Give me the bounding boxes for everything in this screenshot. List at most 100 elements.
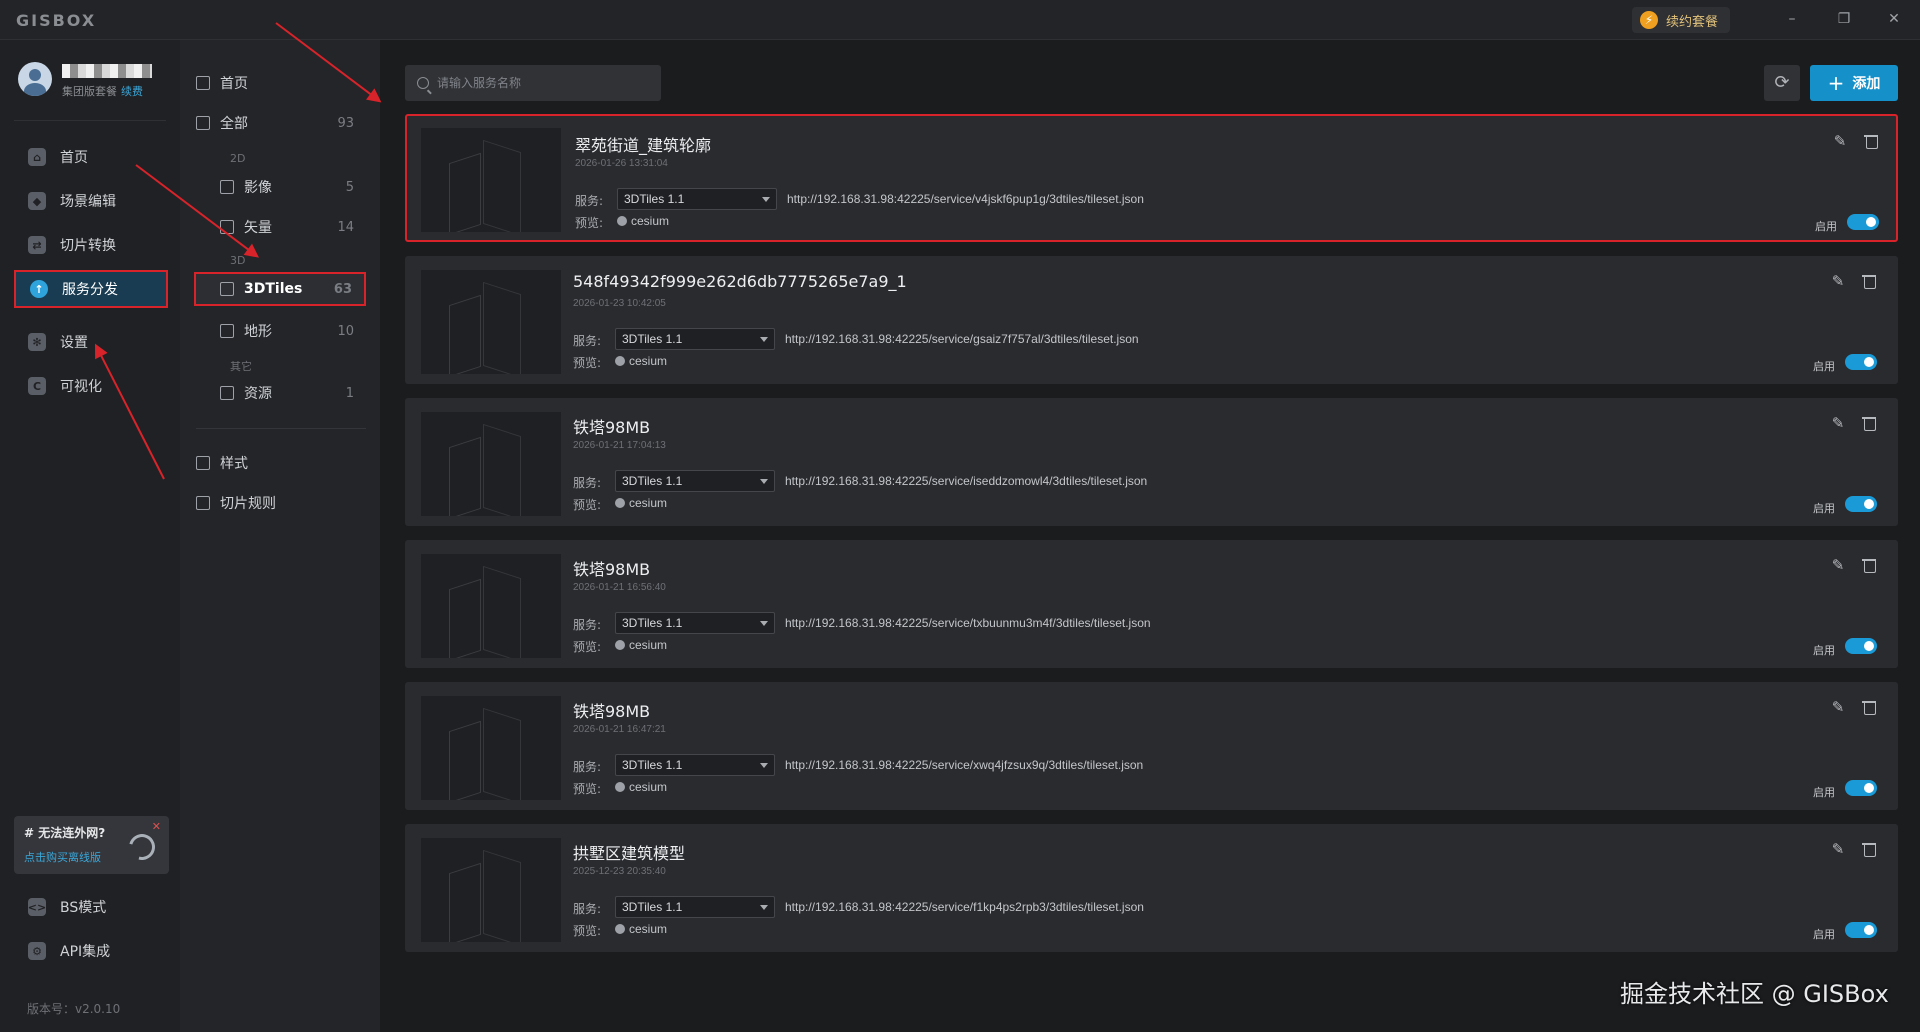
service-url[interactable]: http://192.168.31.98:42225/service/isedd… <box>785 474 1147 488</box>
category-resource[interactable]: 资源 1 <box>220 376 366 410</box>
preview-value: cesium <box>629 496 668 510</box>
service-url[interactable]: http://192.168.31.98:42225/service/xwq4j… <box>785 758 1143 772</box>
renew-plan-button[interactable]: ⚡ 续约套餐 <box>1632 7 1731 33</box>
chevron-down-icon <box>760 905 768 910</box>
edit-icon[interactable]: ✎ <box>1829 272 1847 290</box>
preview-label: 预览: <box>575 216 604 230</box>
service-type-select[interactable]: 3DTiles 1.1 <box>615 896 775 918</box>
enable-toggle[interactable] <box>1845 780 1877 796</box>
enable-toggle[interactable] <box>1845 354 1877 370</box>
nav-item-tile-conversion[interactable]: ⇄ 切片转换 <box>14 226 168 264</box>
service-type-value: 3DTiles 1.1 <box>622 332 683 346</box>
category-label: 切片规则 <box>220 496 276 512</box>
preview-link[interactable]: cesium <box>615 496 667 510</box>
category-panel: 首页 全部 93 2D 影像 5 矢量 14 3D 3DTiles 63 地形 … <box>180 40 380 1032</box>
service-url[interactable]: http://192.168.31.98:42225/service/v4jsk… <box>787 192 1144 206</box>
service-type-value: 3DTiles 1.1 <box>624 192 685 206</box>
delete-icon[interactable] <box>1861 272 1879 290</box>
nav-item-service-distribution[interactable]: ↑ 服务分发 <box>14 270 168 308</box>
delete-icon[interactable] <box>1861 698 1879 716</box>
minimize-button[interactable]: – <box>1778 8 1806 30</box>
preview-link[interactable]: cesium <box>615 354 667 368</box>
enable-toggle[interactable] <box>1845 922 1877 938</box>
gear-icon: ✻ <box>28 333 46 351</box>
category-slice-rules[interactable]: 切片规则 <box>196 486 366 520</box>
enable-toggle[interactable] <box>1845 638 1877 654</box>
edit-icon[interactable]: ✎ <box>1829 840 1847 858</box>
nav-item-bs-mode[interactable]: <> BS模式 <box>14 888 168 926</box>
service-type-select[interactable]: 3DTiles 1.1 <box>615 754 775 776</box>
chevron-down-icon <box>762 197 770 202</box>
category-count: 10 <box>337 323 354 339</box>
service-type-select[interactable]: 3DTiles 1.1 <box>615 328 775 350</box>
service-title: 铁塔98MB <box>573 418 651 437</box>
service-card[interactable]: 铁塔98MB 2026-01-21 16:47:21 服务: 3DTiles 1… <box>405 682 1898 810</box>
enable-toggle[interactable] <box>1845 496 1877 512</box>
service-type-value: 3DTiles 1.1 <box>622 758 683 772</box>
service-title: 铁塔98MB <box>573 560 651 579</box>
category-all[interactable]: 全部 93 <box>196 106 366 140</box>
cesium-icon <box>615 356 625 366</box>
nav-item-scene-editor[interactable]: ◆ 场景编辑 <box>14 182 168 220</box>
delete-icon[interactable] <box>1861 556 1879 574</box>
terrain-icon <box>220 324 234 338</box>
category-terrain[interactable]: 地形 10 <box>220 314 366 348</box>
service-url[interactable]: http://192.168.31.98:42225/service/f1kp4… <box>785 900 1144 914</box>
service-label: 服务: <box>573 902 602 916</box>
category-3dtiles[interactable]: 3DTiles 63 <box>194 272 366 306</box>
refresh-button[interactable]: ⟳ <box>1764 65 1800 101</box>
add-button[interactable]: + 添加 <box>1810 65 1898 101</box>
cesium-icon <box>615 498 625 508</box>
edit-icon[interactable]: ✎ <box>1831 132 1849 150</box>
service-url[interactable]: http://192.168.31.98:42225/service/txbuu… <box>785 616 1151 630</box>
delete-icon[interactable] <box>1861 414 1879 432</box>
edit-icon[interactable]: ✎ <box>1829 698 1847 716</box>
service-card[interactable]: 拱墅区建筑模型 2025-12-23 20:35:40 服务: 3DTiles … <box>405 824 1898 952</box>
close-promo-icon[interactable]: ✕ <box>152 820 161 833</box>
category-label: 资源 <box>244 386 272 402</box>
service-url[interactable]: http://192.168.31.98:42225/service/gsaiz… <box>785 332 1139 346</box>
preview-link[interactable]: cesium <box>617 214 669 228</box>
preview-value: cesium <box>629 354 668 368</box>
edit-icon[interactable]: ✎ <box>1829 414 1847 432</box>
preview-link[interactable]: cesium <box>615 922 667 936</box>
search-box[interactable] <box>405 65 661 101</box>
nav-item-settings[interactable]: ✻ 设置 <box>14 323 168 361</box>
service-type-select[interactable]: 3DTiles 1.1 <box>617 188 777 210</box>
renew-plan-label: 续约套餐 <box>1666 14 1719 30</box>
nav-item-api-integration[interactable]: ⚙ API集成 <box>14 932 168 970</box>
service-thumbnail <box>421 696 561 800</box>
enable-toggle[interactable] <box>1847 214 1879 230</box>
offline-promo[interactable]: # 无法连外网? 点击购买离线版 ✕ <box>14 816 169 874</box>
preview-link[interactable]: cesium <box>615 638 667 652</box>
service-type-select[interactable]: 3DTiles 1.1 <box>615 612 775 634</box>
edit-icon[interactable]: ✎ <box>1829 556 1847 574</box>
preview-label: 预览: <box>573 498 602 512</box>
enable-label: 启用 <box>1813 928 1835 941</box>
service-card[interactable]: 548f49342f999e262d6db7775265e7a9_1 2026-… <box>405 256 1898 384</box>
category-imagery[interactable]: 影像 5 <box>220 170 366 204</box>
close-button[interactable]: ✕ <box>1880 8 1908 30</box>
delete-icon[interactable] <box>1861 840 1879 858</box>
service-type-select[interactable]: 3DTiles 1.1 <box>615 470 775 492</box>
user-info[interactable]: 集团版套餐 续费 <box>18 62 152 99</box>
service-thumbnail <box>421 128 561 232</box>
service-card[interactable]: 铁塔98MB 2026-01-21 16:56:40 服务: 3DTiles 1… <box>405 540 1898 668</box>
search-input[interactable] <box>437 76 647 90</box>
service-card[interactable]: 翠苑街道_建筑轮廓 2026-01-26 13:31:04 服务: 3DTile… <box>405 114 1898 242</box>
service-title: 拱墅区建筑模型 <box>573 844 686 863</box>
service-thumbnail <box>421 270 561 374</box>
category-vector[interactable]: 矢量 14 <box>220 210 366 244</box>
service-list: 翠苑街道_建筑轮廓 2026-01-26 13:31:04 服务: 3DTile… <box>405 114 1898 966</box>
category-style[interactable]: 样式 <box>196 446 366 480</box>
renew-link[interactable]: 续费 <box>121 85 143 98</box>
delete-icon[interactable] <box>1863 132 1881 150</box>
restore-button[interactable]: ❐ <box>1830 8 1858 30</box>
category-count: 1 <box>345 385 354 401</box>
enable-label: 启用 <box>1813 786 1835 799</box>
nav-item-visualization[interactable]: C 可视化 <box>14 367 168 405</box>
preview-link[interactable]: cesium <box>615 780 667 794</box>
service-label: 服务: <box>573 618 602 632</box>
service-card[interactable]: 铁塔98MB 2026-01-21 17:04:13 服务: 3DTiles 1… <box>405 398 1898 526</box>
enable-label: 启用 <box>1815 220 1837 233</box>
